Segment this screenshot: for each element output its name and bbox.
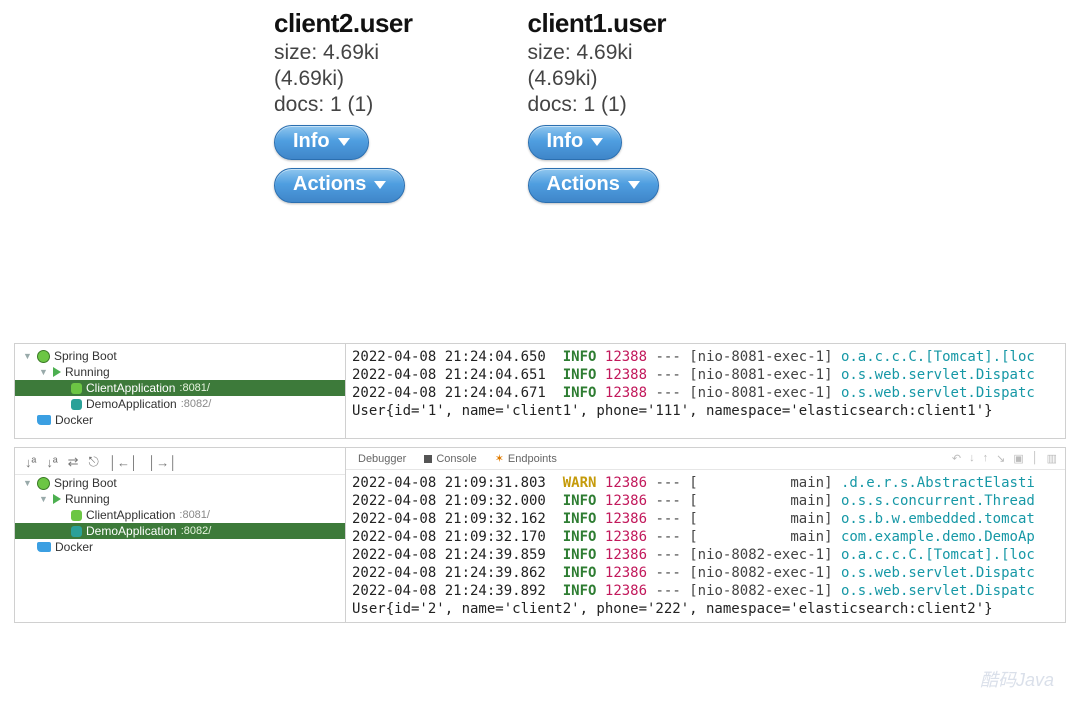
tree-toolbar: ↓ª ↓ª ⇄ ⎋ │←│ │→│ <box>15 452 345 475</box>
index-docs: docs: 1 (1) <box>528 93 667 117</box>
console-output[interactable]: 2022-04-08 21:24:04.650 INFO 12388 --- [… <box>346 344 1065 438</box>
tab-debugger[interactable]: Debugger <box>354 451 410 467</box>
index-size: size: 4.69ki <box>528 41 667 65</box>
console-output[interactable]: 2022-04-08 21:09:31.803 WARN 12386 --- [… <box>346 470 1065 622</box>
step-icon[interactable]: ↶ <box>952 452 961 465</box>
debugger-tabs: Debugger Console ✶Endpoints ↶ ↓ ↑ ↘ ▣ │ … <box>346 448 1065 470</box>
tree-label: Running <box>65 365 110 379</box>
toolbar-icon[interactable]: │→│ <box>148 455 177 470</box>
index-size-paren: (4.69ki) <box>528 67 667 91</box>
console-pane: Debugger Console ✶Endpoints ↶ ↓ ↑ ↘ ▣ │ … <box>346 448 1065 622</box>
expand-icon: ▼ <box>23 351 33 361</box>
toolbar-icon[interactable]: │←│ <box>109 455 138 470</box>
tree-node-running[interactable]: ▼ Running <box>15 491 345 507</box>
actions-button-label: Actions <box>547 173 620 196</box>
bug-icon <box>71 526 82 537</box>
step-icon[interactable]: ↑ <box>983 452 989 465</box>
tab-endpoints[interactable]: ✶Endpoints <box>491 450 561 467</box>
tree-node-spring-boot[interactable]: ▼ Spring Boot <box>15 348 345 364</box>
info-button[interactable]: Info <box>274 125 369 160</box>
index-card-client2: client2.user size: 4.69ki (4.69ki) docs:… <box>274 8 413 203</box>
ide-panel-1: ▼ Spring Boot ▼ Running ClientApplicatio… <box>14 343 1066 439</box>
toolbar-icon[interactable]: ↓ª <box>25 455 36 470</box>
info-button[interactable]: Info <box>528 125 623 160</box>
tree-node-client-app[interactable]: ClientApplication :8081/ <box>15 380 345 396</box>
tree-node-docker[interactable]: Docker <box>15 539 345 555</box>
tree-label: Spring Boot <box>54 476 117 490</box>
index-size: size: 4.69ki <box>274 41 413 65</box>
index-size-paren: (4.69ki) <box>274 67 413 91</box>
index-docs: docs: 1 (1) <box>274 93 413 117</box>
actions-button[interactable]: Actions <box>274 168 405 203</box>
ide-panel-2: ↓ª ↓ª ⇄ ⎋ │←│ │→│ ▼ Spring Boot ▼ Runnin… <box>14 447 1066 623</box>
run-dashboard-tree: ▼ Spring Boot ▼ Running ClientApplicatio… <box>15 344 346 438</box>
index-card-client1: client1.user size: 4.69ki (4.69ki) docs:… <box>528 8 667 203</box>
run-icon <box>53 367 61 377</box>
port-label: :8081/ <box>179 509 210 521</box>
run-icon <box>53 494 61 504</box>
index-title: client1.user <box>528 8 667 39</box>
spring-boot-icon <box>37 350 50 363</box>
docker-icon <box>37 415 51 425</box>
toolbar-icon[interactable]: ⇄ <box>68 454 79 470</box>
expand-icon: ▼ <box>23 478 33 488</box>
port-label: :8082/ <box>181 525 212 537</box>
expand-icon: ▼ <box>39 494 49 504</box>
tree-label: Docker <box>55 540 93 554</box>
spring-boot-icon <box>37 477 50 490</box>
step-icon[interactable]: ▣ <box>1013 452 1023 465</box>
tree-node-client-app[interactable]: ClientApplication :8081/ <box>15 507 345 523</box>
debug-step-icons: ↶ ↓ ↑ ↘ ▣ │ ▥ <box>952 452 1057 465</box>
tree-node-demo-app[interactable]: DemoApplication :8082/ <box>15 396 345 412</box>
tree-label: Spring Boot <box>54 349 117 363</box>
console-icon <box>424 455 432 463</box>
chevron-down-icon <box>591 138 603 146</box>
run-dashboard-tree: ↓ª ↓ª ⇄ ⎋ │←│ │→│ ▼ Spring Boot ▼ Runnin… <box>15 448 346 622</box>
step-icon[interactable]: ▥ <box>1047 452 1057 465</box>
info-button-label: Info <box>547 130 584 153</box>
endpoints-icon: ✶ <box>495 452 504 465</box>
tree-label: ClientApplication <box>86 508 175 522</box>
port-label: :8082/ <box>181 398 212 410</box>
actions-button[interactable]: Actions <box>528 168 659 203</box>
index-title: client2.user <box>274 8 413 39</box>
bug-icon <box>71 510 82 521</box>
step-icon[interactable]: │ <box>1032 452 1039 465</box>
toolbar-icon[interactable]: ⎋ <box>89 454 99 470</box>
expand-icon: ▼ <box>39 367 49 377</box>
chevron-down-icon <box>374 181 386 189</box>
info-button-label: Info <box>293 130 330 153</box>
tree-label: Running <box>65 492 110 506</box>
chevron-down-icon <box>338 138 350 146</box>
step-icon[interactable]: ↘ <box>996 452 1005 465</box>
bug-icon <box>71 399 82 410</box>
tree-label: ClientApplication <box>86 381 175 395</box>
tree-node-running[interactable]: ▼ Running <box>15 364 345 380</box>
tree-node-demo-app[interactable]: DemoApplication :8082/ <box>15 523 345 539</box>
watermark: 酷码Java <box>980 666 1054 692</box>
tree-label: Docker <box>55 413 93 427</box>
actions-button-label: Actions <box>293 173 366 196</box>
port-label: :8081/ <box>179 382 210 394</box>
step-icon[interactable]: ↓ <box>969 452 975 465</box>
tree-node-docker[interactable]: Docker <box>15 412 345 428</box>
bug-icon <box>71 383 82 394</box>
chevron-down-icon <box>628 181 640 189</box>
toolbar-icon[interactable]: ↓ª <box>46 455 57 470</box>
tab-console[interactable]: Console <box>420 451 480 467</box>
tree-label: DemoApplication <box>86 524 177 538</box>
docker-icon <box>37 542 51 552</box>
tree-label: DemoApplication <box>86 397 177 411</box>
tree-node-spring-boot[interactable]: ▼ Spring Boot <box>15 475 345 491</box>
